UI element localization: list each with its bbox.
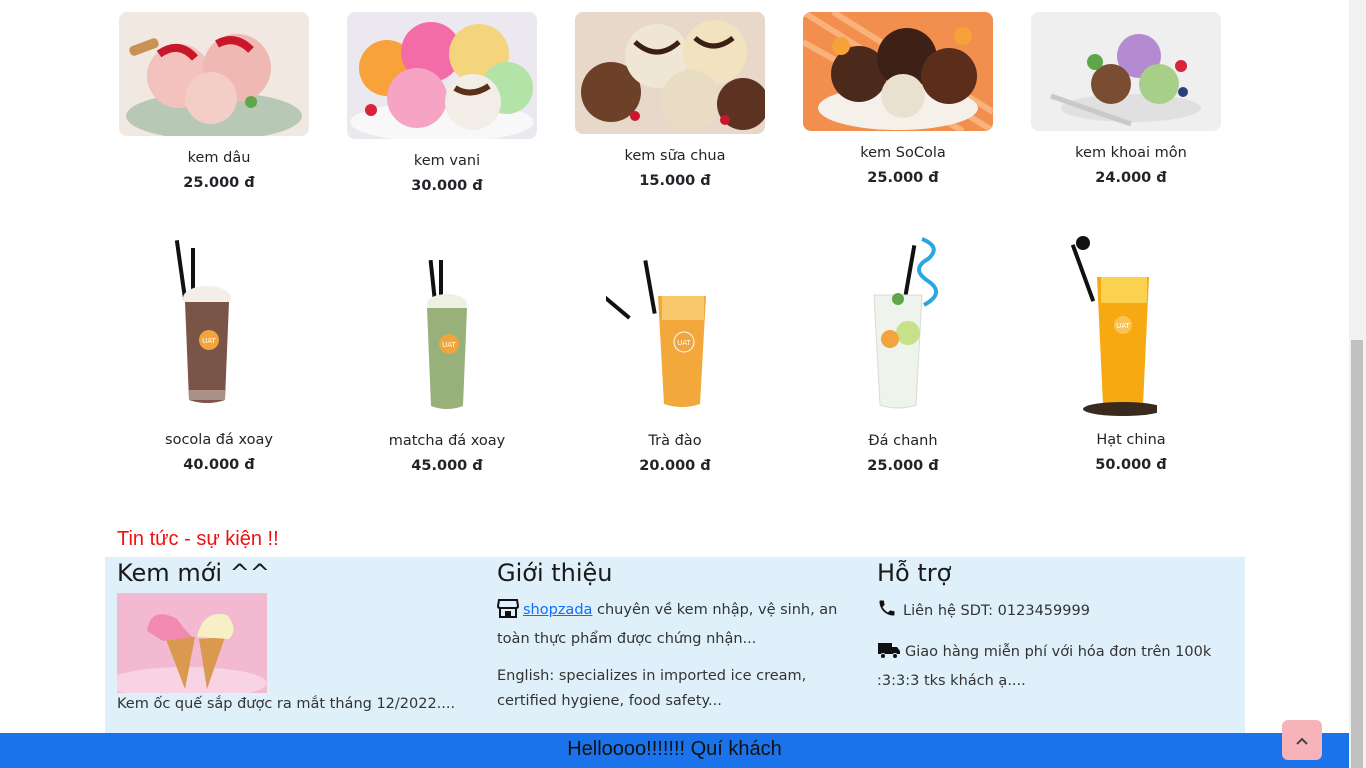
product-image[interactable]: UAT: [1057, 233, 1157, 417]
product-name[interactable]: socola đá xoay: [105, 432, 333, 448]
product-name[interactable]: kem vani: [333, 153, 561, 169]
product-card[interactable]: kem SoCola 25.000 đ: [789, 0, 1017, 200]
delivery-text: Giao hàng miễn phí với hóa đơn trên 100k…: [877, 644, 1212, 689]
product-name[interactable]: kem dâu: [105, 150, 333, 166]
product-price: 50.000 đ: [1095, 457, 1167, 473]
svg-text:UAT: UAT: [442, 341, 456, 349]
product-card[interactable]: kem dâu 25.000 đ: [105, 0, 333, 200]
new-item-caption: Kem ốc quế sắp được ra mắt tháng 12/2022…: [117, 696, 456, 712]
product-image[interactable]: [864, 235, 954, 411]
chevron-up-icon: [1295, 731, 1309, 750]
product-image[interactable]: [1031, 12, 1221, 131]
phone-text: Liên hệ SDT: 0123459999: [903, 603, 1090, 619]
product-name[interactable]: kem sữa chua: [561, 148, 789, 164]
product-name[interactable]: Trà đào: [561, 433, 789, 449]
svg-text:UAT: UAT: [1116, 322, 1130, 330]
product-name[interactable]: kem SoCola: [789, 145, 1017, 161]
truck-icon: [877, 640, 901, 669]
product-card[interactable]: UAT Trà đào 20.000 đ: [561, 225, 789, 485]
product-image[interactable]: [119, 12, 309, 136]
bottom-bar: Helloooo!!!!!!! Quí khách: [0, 733, 1349, 768]
shop-link[interactable]: shopzada: [523, 602, 592, 618]
greeting-text: Helloooo!!!!!!! Quí khách: [567, 738, 782, 760]
phone-icon: [877, 598, 897, 627]
product-card[interactable]: UAT socola đá xoay 40.000 đ: [105, 225, 333, 485]
product-name[interactable]: matcha đá xoay: [333, 433, 561, 449]
product-image[interactable]: [575, 12, 765, 134]
svg-text:UAT: UAT: [677, 339, 691, 347]
product-card[interactable]: UAT matcha đá xoay 45.000 đ: [333, 225, 561, 485]
product-price: 25.000 đ: [867, 458, 939, 474]
svg-text:UAT: UAT: [202, 337, 216, 345]
product-price: 15.000 đ: [639, 173, 711, 189]
product-card[interactable]: Đá chanh 25.000 đ: [789, 225, 1017, 485]
product-price: 24.000 đ: [1095, 170, 1167, 186]
about-english: English: specializes in imported ice cre…: [497, 668, 807, 709]
support-heading: Hỗ trợ: [877, 559, 952, 587]
new-item-heading: Kem mới ^^: [117, 559, 270, 587]
ice-cream-row: kem dâu 25.000 đ kem vani 30.000 đ kem s…: [105, 0, 1245, 200]
product-card[interactable]: UAT Hạt china 50.000 đ: [1017, 225, 1245, 485]
new-item-image[interactable]: [107, 593, 267, 699]
product-image[interactable]: [803, 12, 993, 131]
product-image[interactable]: UAT: [405, 260, 485, 412]
product-price: 30.000 đ: [411, 178, 483, 194]
page-scrollbar[interactable]: [1349, 0, 1366, 768]
product-price: 40.000 đ: [183, 457, 255, 473]
product-card[interactable]: kem khoai môn 24.000 đ: [1017, 0, 1245, 200]
product-price: 25.000 đ: [183, 175, 255, 191]
product-price: 25.000 đ: [867, 170, 939, 186]
footer-section: Kem mới ^^ Kem ốc quế sắp được ra mắt th…: [105, 557, 1245, 733]
product-price: 45.000 đ: [411, 458, 483, 474]
support-delivery: Giao hàng miễn phí với hóa đơn trên 100k…: [877, 640, 1237, 694]
product-card[interactable]: kem sữa chua 15.000 đ: [561, 0, 789, 200]
news-title: Tin tức - sự kiện !!: [117, 528, 279, 550]
product-image[interactable]: UAT: [606, 260, 726, 412]
product-image[interactable]: [347, 12, 537, 139]
product-card[interactable]: kem vani 30.000 đ: [333, 0, 561, 200]
product-image[interactable]: UAT: [165, 240, 245, 410]
product-name[interactable]: Đá chanh: [789, 433, 1017, 449]
drinks-row: UAT socola đá xoay 40.000 đ UAT matcha đ…: [105, 225, 1245, 485]
support-phone: Liên hệ SDT: 0123459999: [877, 598, 1237, 627]
product-name[interactable]: kem khoai môn: [1017, 145, 1245, 161]
about-heading: Giới thiệu: [497, 559, 613, 587]
product-price: 20.000 đ: [639, 458, 711, 474]
product-name[interactable]: Hạt china: [1017, 432, 1245, 448]
back-to-top-button[interactable]: [1282, 720, 1322, 760]
about-text: shopzada chuyên về kem nhập, vệ sinh, an…: [496, 598, 857, 652]
scrollbar-thumb[interactable]: [1351, 340, 1363, 768]
shop-icon: [496, 598, 520, 627]
